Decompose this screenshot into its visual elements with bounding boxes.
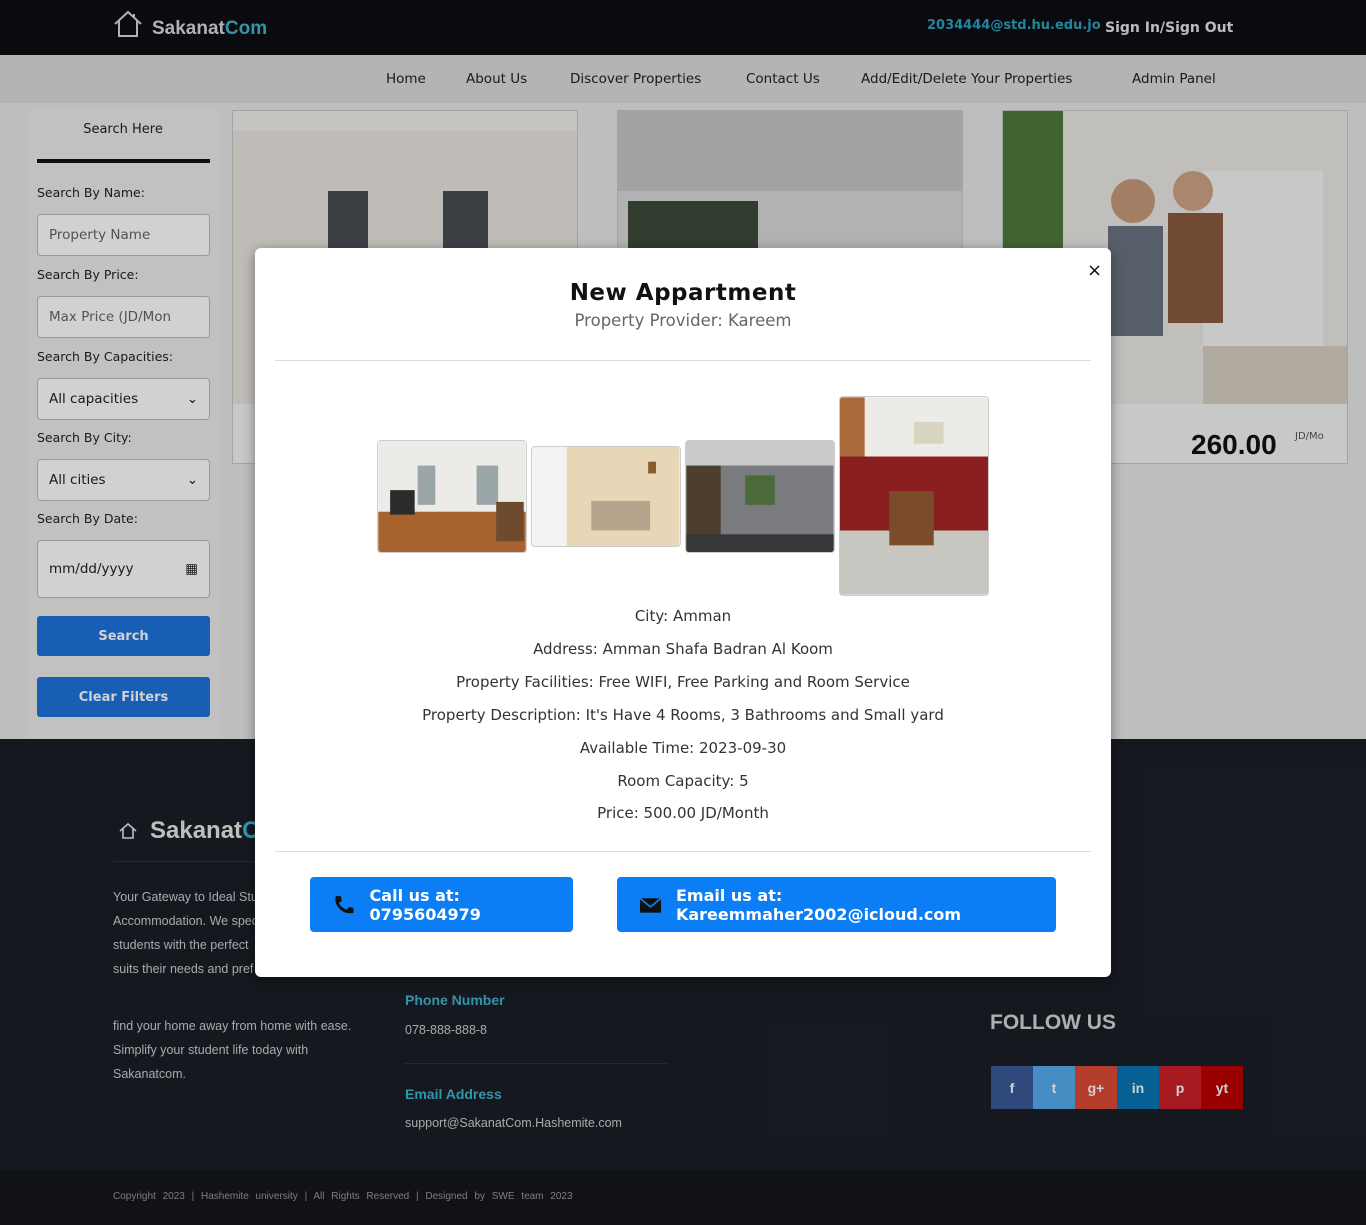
capacity-detail: Room Capacity: 5 <box>617 772 749 790</box>
divider <box>275 360 1091 361</box>
phone-icon <box>335 895 354 913</box>
modal-title: New Appartment <box>569 280 797 306</box>
property-details-modal: × New Appartment Property Provider: Kare… <box>255 248 1111 977</box>
property-provider: Property Provider: Kareem <box>574 311 792 330</box>
close-icon[interactable]: × <box>1087 260 1102 281</box>
divider <box>275 851 1091 852</box>
address-detail: Address: Amman Shafa Badran Al Koom <box>533 640 833 658</box>
living-room-thumbnail[interactable] <box>839 396 989 596</box>
description-detail: Property Description: It's Have 4 Rooms,… <box>422 706 944 724</box>
email-button[interactable]: Email us at: Kareemmaher2002@icloud.com <box>617 877 1056 932</box>
envelope-icon <box>639 897 662 913</box>
bedroom-thumbnail[interactable] <box>377 440 527 553</box>
price-detail: Price: 500.00 JD/Month <box>597 804 769 822</box>
facilities-detail: Property Facilities: Free WIFI, Free Par… <box>456 673 910 691</box>
call-button[interactable]: Call us at: 0795604979 <box>310 877 573 932</box>
city-detail: City: Amman <box>634 607 732 625</box>
available-time-detail: Available Time: 2023-09-30 <box>579 739 787 757</box>
kids-room-thumbnail[interactable] <box>531 446 681 547</box>
studio-thumbnail[interactable] <box>685 440 835 553</box>
